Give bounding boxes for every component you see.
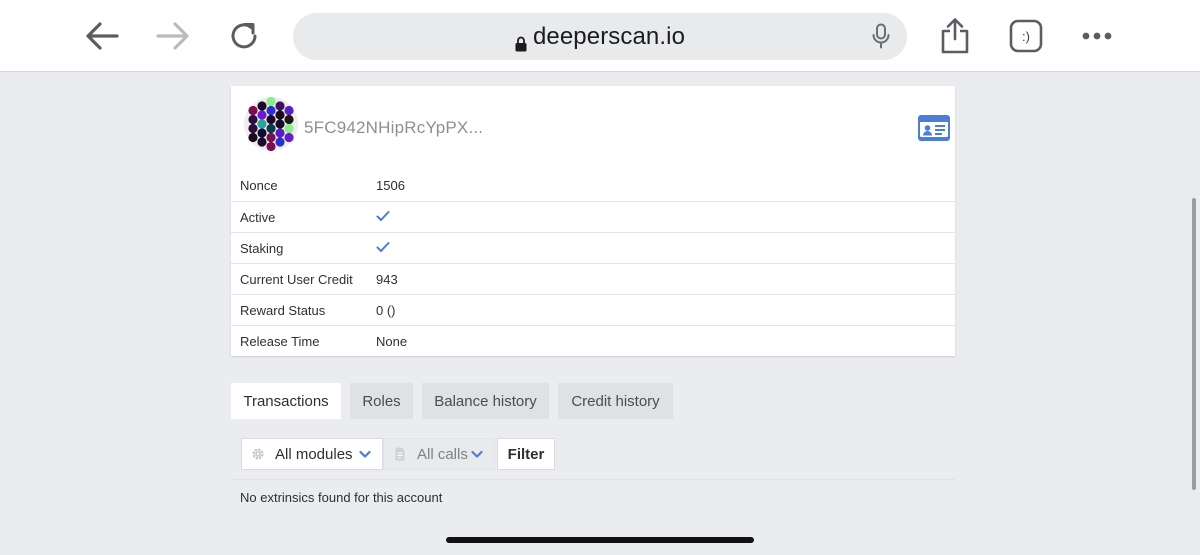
checkmark-icon xyxy=(376,241,390,252)
account-card: 5FC942NHipRcYpPX... Nonce 1506 Active St… xyxy=(231,86,955,356)
tabs-button[interactable]: :) xyxy=(1004,14,1048,58)
filter-button[interactable]: Filter xyxy=(497,438,555,470)
chevron-down-icon xyxy=(471,450,483,458)
arrow-left-icon xyxy=(86,22,119,50)
identicon-avatar xyxy=(244,97,298,151)
account-header: 5FC942NHipRcYpPX... xyxy=(231,86,955,170)
lock-icon xyxy=(515,31,527,51)
more-button[interactable] xyxy=(1075,14,1119,58)
id-card-icon[interactable] xyxy=(918,115,950,141)
checkmark-icon xyxy=(376,210,390,221)
info-row-current-user-credit: Current User Credit 943 xyxy=(231,263,955,294)
modules-select[interactable]: All modules xyxy=(241,438,383,470)
row-value: 0 () xyxy=(376,302,396,318)
tab-balance-history[interactable]: Balance history xyxy=(422,383,549,419)
info-row-reward-status: Reward Status 0 () xyxy=(231,294,955,325)
document-icon xyxy=(395,447,405,461)
row-label: Release Time xyxy=(240,333,320,349)
row-value: 943 xyxy=(376,271,398,287)
modules-select-value: All modules xyxy=(275,445,353,463)
info-row-release-time: Release Time None xyxy=(231,325,955,356)
info-row-nonce: Nonce 1506 xyxy=(231,170,955,201)
row-label: Active xyxy=(240,209,276,225)
chevron-down-icon xyxy=(359,450,371,458)
tabs-icon: :) xyxy=(1009,19,1043,53)
row-label: Staking xyxy=(240,240,284,256)
address-bar[interactable]: deeperscan.io xyxy=(293,13,907,60)
share-icon xyxy=(941,18,969,54)
back-button[interactable] xyxy=(80,14,124,58)
reload-button[interactable] xyxy=(223,14,267,58)
empty-state-message: No extrinsics found for this account xyxy=(240,490,443,505)
tabs-label: :) xyxy=(1022,29,1030,44)
arrow-right-icon xyxy=(156,22,189,50)
account-address[interactable]: 5FC942NHipRcYpPX... xyxy=(304,118,483,138)
forward-button[interactable] xyxy=(151,14,195,58)
row-label: Reward Status xyxy=(240,302,326,318)
calls-select-value: All calls xyxy=(417,445,468,463)
row-value: 1506 xyxy=(376,178,405,193)
browser-toolbar: deeperscan.io :) xyxy=(0,0,1200,72)
row-value: None xyxy=(376,333,408,349)
more-icon xyxy=(1082,32,1112,40)
tab-credit-history[interactable]: Credit history xyxy=(558,383,673,419)
calls-select[interactable]: All calls xyxy=(383,438,495,470)
row-label: Nonce xyxy=(240,178,278,193)
page-scrollbar[interactable] xyxy=(1192,198,1196,490)
account-info-table: Nonce 1506 Active Staking Current User C… xyxy=(231,170,955,356)
extrinsics-filter-bar: All modules All calls Filter xyxy=(231,428,955,480)
info-row-staking: Staking xyxy=(231,232,955,263)
info-row-active: Active xyxy=(231,201,955,232)
tab-transactions[interactable]: Transactions xyxy=(231,383,341,419)
microphone-icon[interactable] xyxy=(867,22,895,50)
row-label: Current User Credit xyxy=(240,271,353,287)
reload-icon xyxy=(231,23,257,49)
home-indicator[interactable] xyxy=(446,537,754,543)
url-text: deeperscan.io xyxy=(532,22,686,50)
gear-icon xyxy=(252,448,264,460)
share-button[interactable] xyxy=(933,14,977,58)
tab-roles[interactable]: Roles xyxy=(350,383,413,419)
